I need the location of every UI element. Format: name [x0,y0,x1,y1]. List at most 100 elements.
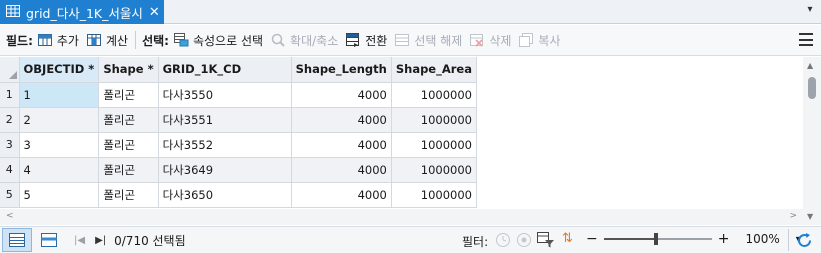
cell-shape[interactable]: 폴리곤 [98,157,159,183]
column-header-grid-1k-cd[interactable]: GRID_1K_CD [158,57,292,83]
toolbar-divider [135,31,137,49]
close-icon[interactable]: ✕ [149,6,160,19]
filter-time-icon[interactable] [495,232,511,251]
add-field-icon [37,32,54,48]
sort-icon[interactable]: ⇅ [562,231,573,246]
add-field-button[interactable]: 추가 [37,32,79,49]
attribute-table: OBJECTID * Shape * GRID_1K_CD Shape_Leng… [0,57,821,225]
switch-label: 전환 [365,33,388,48]
clear-selection-button[interactable]: 선택 해제 [394,32,462,49]
zoom-to-selection-button[interactable]: 확대/축소 [270,32,338,49]
table-icon [6,4,20,20]
cell-shape-area[interactable]: 1000000 [391,182,478,208]
vertical-scroll-thumb[interactable] [808,77,816,99]
zoom-to-icon [270,32,287,48]
copy-button[interactable]: 복사 [518,32,561,49]
cell-objectid[interactable]: 3 [19,132,100,158]
select-all-corner[interactable] [0,57,20,83]
status-bar: |◀ ▶| 0/710 선택됨 필터: ⇅ − + 100% ▾ [0,226,821,253]
cell-objectid[interactable]: 5 [19,182,100,208]
chevron-down-icon[interactable]: ▾ [803,4,817,18]
cell-shape-length[interactable]: 4000 [291,107,392,133]
show-selected-records-button[interactable] [34,228,64,252]
select-by-attributes-icon [173,32,190,48]
table-row[interactable]: 5 5 폴리곤 다사3650 4000 1000000 [0,182,478,208]
tab-title: grid_다사_1K_서울시 [26,5,143,21]
fields-label: 필드: [6,33,33,48]
column-header-shape-length[interactable]: Shape_Length [291,57,392,83]
refresh-icon[interactable] [796,232,813,252]
zoom-slider[interactable] [603,231,712,247]
column-header-objectid[interactable]: OBJECTID * [19,57,100,83]
attribute-table-grid: OBJECTID * Shape * GRID_1K_CD Shape_Leng… [0,57,478,208]
zoom-slider-thumb[interactable] [653,233,658,245]
cell-grid-1k-cd[interactable]: 다사3650 [158,182,292,208]
horizontal-scrollbar[interactable]: < > [0,209,803,225]
zoom-to-label: 확대/축소 [290,33,339,48]
cell-grid-1k-cd[interactable]: 다사3552 [158,132,292,158]
calculate-field-button[interactable]: 계산 [86,32,128,49]
cell-objectid[interactable]: 1 [19,82,100,108]
cell-shape-length[interactable]: 4000 [291,182,392,208]
cell-shape-area[interactable]: 1000000 [391,132,478,158]
cell-shape[interactable]: 폴리곤 [98,82,159,108]
selection-label: 선택: [142,33,169,48]
row-number[interactable]: 3 [0,132,20,158]
cell-objectid[interactable]: 4 [19,157,100,183]
all-records-icon [9,233,25,247]
cell-shape[interactable]: 폴리곤 [98,132,159,158]
row-number[interactable]: 5 [0,182,20,208]
scroll-down-icon[interactable]: ▼ [807,212,813,221]
cell-shape[interactable]: 폴리곤 [98,107,159,133]
cell-grid-1k-cd[interactable]: 다사3551 [158,107,292,133]
selected-records-icon [41,233,57,247]
table-row[interactable]: 2 2 폴리곤 다사3551 4000 1000000 [0,107,478,133]
cell-shape-area[interactable]: 1000000 [391,157,478,183]
table-row[interactable]: 4 4 폴리곤 다사3649 4000 1000000 [0,157,478,183]
hamburger-menu-icon[interactable] [799,33,813,46]
cell-grid-1k-cd[interactable]: 다사3550 [158,82,292,108]
zoom-control: − + 100% ▾ [586,231,801,247]
table-toolbar: 필드: 추가 계산 선택: 속성으로 선택 확대/축소 전환 선택 해제 삭제 … [0,25,821,56]
row-number[interactable]: 2 [0,107,20,133]
column-header-shape-area[interactable]: Shape_Area [391,57,478,83]
scroll-left-icon[interactable]: < [6,211,14,221]
cell-objectid[interactable]: 2 [19,107,100,133]
switch-selection-button[interactable]: 전환 [345,32,387,49]
cell-shape[interactable]: 폴리곤 [98,182,159,208]
copy-label: 복사 [538,33,561,48]
cell-shape-area[interactable]: 1000000 [391,82,478,108]
cell-shape-length[interactable]: 4000 [291,157,392,183]
table-row[interactable]: 3 3 폴리곤 다사3552 4000 1000000 [0,132,478,158]
zoom-level[interactable]: 100% [745,232,779,246]
table-row[interactable]: 1 1 폴리곤 다사3550 4000 1000000 [0,82,478,108]
cell-shape-length[interactable]: 4000 [291,82,392,108]
scroll-right-icon[interactable]: > [789,211,797,221]
tab-grid-table[interactable]: grid_다사_1K_서울시 ✕ [0,0,164,24]
switch-selection-icon [345,32,362,48]
vertical-scrollbar[interactable]: ▲ ▼ [803,57,821,225]
calculator-icon [86,32,103,48]
tab-strip: grid_다사_1K_서울시 ✕ ▾ [0,0,821,24]
delete-icon [469,32,486,48]
zoom-out-button[interactable]: − [586,231,598,247]
calculate-label: 계산 [105,33,129,48]
row-number[interactable]: 4 [0,157,20,183]
select-by-attributes-button[interactable]: 속성으로 선택 [173,32,263,49]
filter-extent-icon[interactable] [537,232,555,251]
cell-shape-length[interactable]: 4000 [291,132,392,158]
zoom-slider-fill [603,238,656,240]
filter-range-icon[interactable] [516,232,532,251]
show-all-records-button[interactable] [2,228,32,252]
cell-grid-1k-cd[interactable]: 다사3649 [158,157,292,183]
row-number[interactable]: 1 [0,82,20,108]
add-field-label: 추가 [56,33,79,48]
first-page-icon[interactable]: |◀ [74,235,85,246]
last-page-icon[interactable]: ▶| [95,235,106,246]
scroll-up-icon[interactable]: ▲ [807,61,813,70]
column-header-shape[interactable]: Shape * [98,57,159,83]
delete-button[interactable]: 삭제 [469,32,511,49]
cell-shape-area[interactable]: 1000000 [391,107,478,133]
copy-icon [518,32,535,48]
zoom-in-button[interactable]: + [718,231,730,247]
